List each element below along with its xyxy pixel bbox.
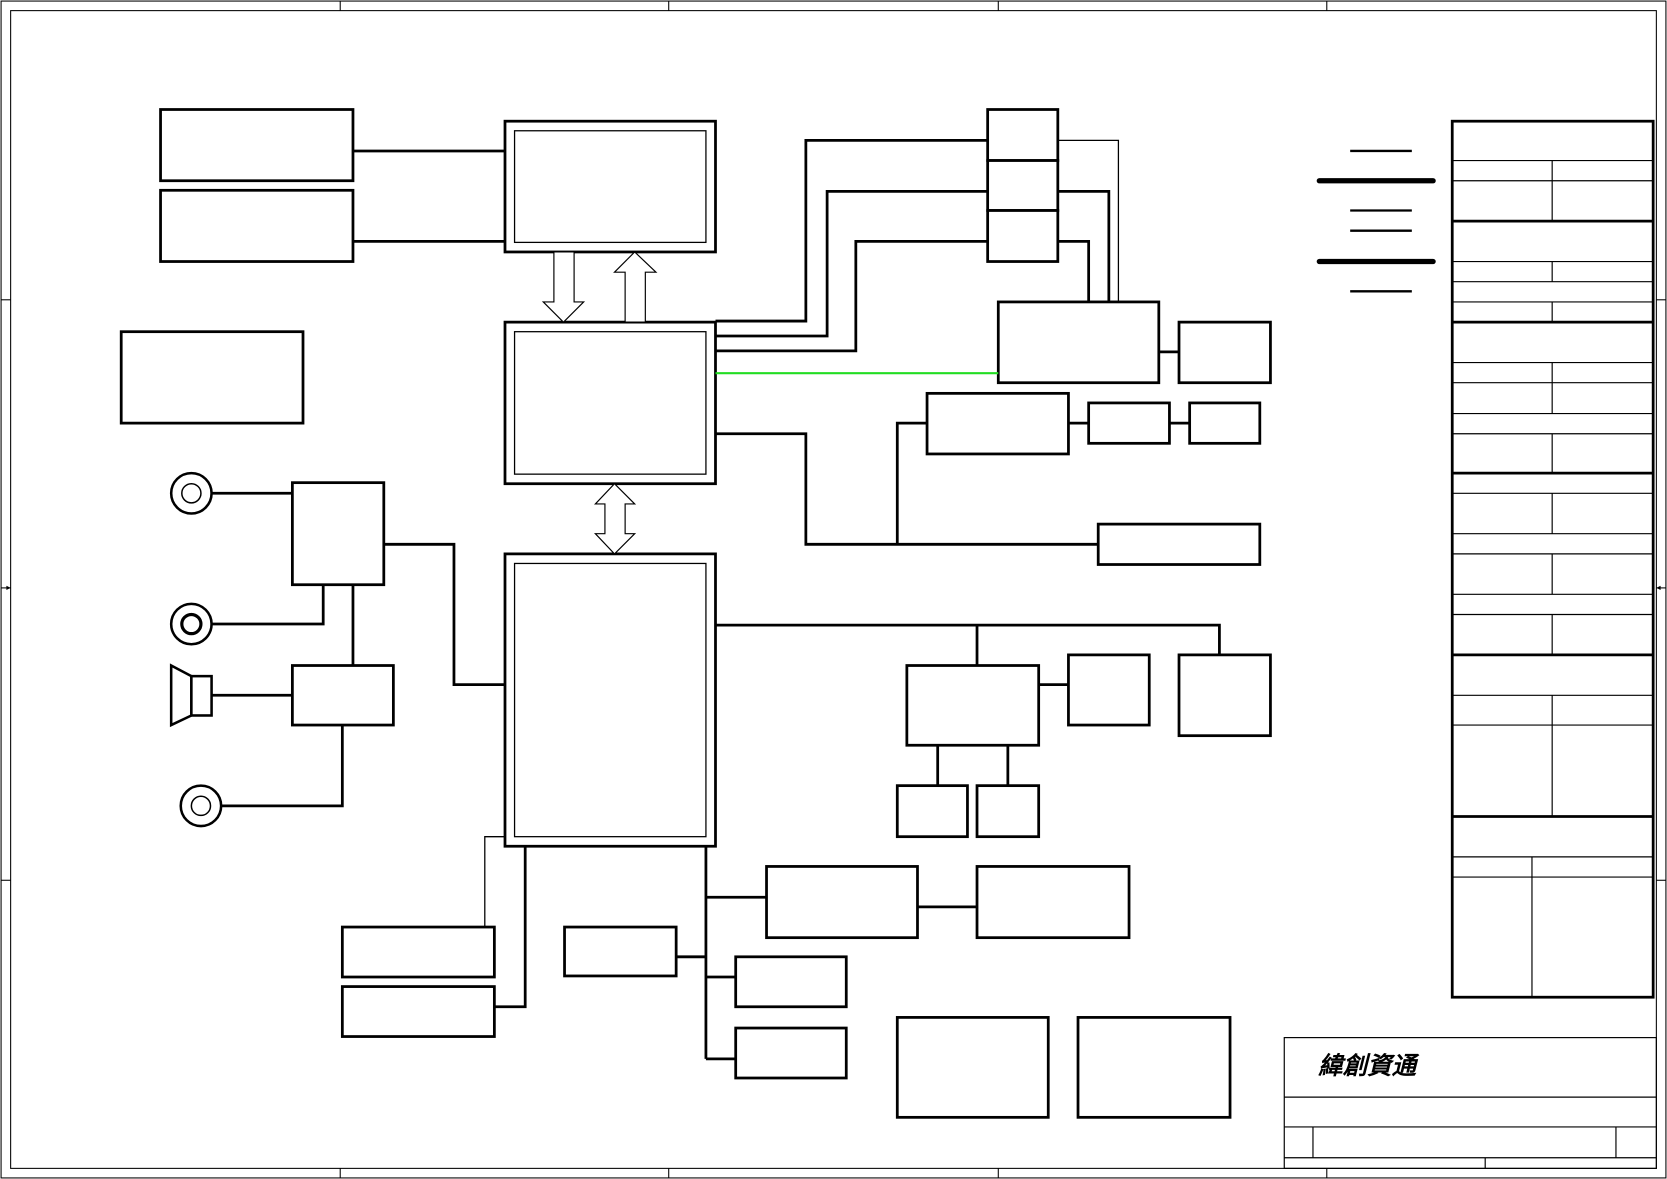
block-bottom-4 (734, 1026, 848, 1080)
block-stack-3 (986, 209, 1060, 263)
block-lower-left-1 (340, 925, 496, 979)
block-bottom-standalone-1 (895, 1016, 1050, 1119)
block-port-2 (975, 784, 1041, 839)
block-stack-2 (986, 159, 1060, 212)
bus-arrow-up-icon (613, 251, 658, 323)
chip-bottom (503, 552, 717, 848)
chip-top (503, 119, 717, 254)
block-audio-amp (290, 664, 395, 727)
block-hub (905, 664, 1041, 747)
center-mark-left-icon (1, 585, 11, 591)
block-long-bar (1096, 522, 1262, 566)
connector (715, 623, 1221, 655)
block-right-controller (996, 300, 1161, 385)
block-bottom-1 (765, 865, 919, 940)
block-diagram-sheet: 緯創資通 (0, 0, 1667, 1179)
connector (715, 189, 988, 338)
line-legend (1316, 149, 1436, 293)
connector (494, 846, 527, 1009)
block-bottom-standalone-2 (1076, 1016, 1232, 1119)
index-table (1450, 119, 1655, 999)
connector (211, 584, 325, 626)
connector (1057, 239, 1091, 302)
bus-arrow-bidirectional-icon (594, 482, 637, 555)
audio-jack-icon (179, 784, 223, 828)
block-stack-1 (986, 108, 1060, 162)
block-chain-1 (925, 391, 1070, 456)
block-top-left-2 (159, 188, 355, 263)
connector (715, 138, 988, 323)
company-logo-text: 緯創資通 (1317, 1051, 1419, 1080)
block-top-left-1 (159, 108, 355, 183)
block-bottom-2 (975, 865, 1131, 940)
bus-arrow-down-icon (541, 251, 586, 323)
connector (715, 239, 988, 353)
block-chain-3 (1188, 401, 1262, 445)
connector (383, 542, 505, 687)
connector (895, 421, 928, 545)
block-far-right (1177, 653, 1272, 738)
title-block: 緯創資通 (1283, 1037, 1657, 1169)
audio-jack-icon (169, 471, 213, 515)
block-right-peripheral (1177, 320, 1272, 385)
block-lower-left-2 (340, 985, 496, 1038)
block-hub-side (1067, 653, 1151, 727)
block-left-standalone (119, 330, 305, 425)
center-mark-right-icon (1656, 585, 1666, 591)
block-port-1 (895, 784, 969, 839)
block-bottom-left-small (563, 925, 678, 978)
audio-jack-icon (169, 602, 213, 646)
connector (484, 836, 505, 928)
chip-middle (503, 320, 717, 486)
speaker-icon (169, 663, 213, 728)
connector (1057, 189, 1111, 302)
block-bottom-3 (734, 955, 848, 1009)
connector (221, 725, 344, 808)
block-chain-2 (1087, 401, 1171, 445)
block-audio-codec (290, 481, 386, 587)
